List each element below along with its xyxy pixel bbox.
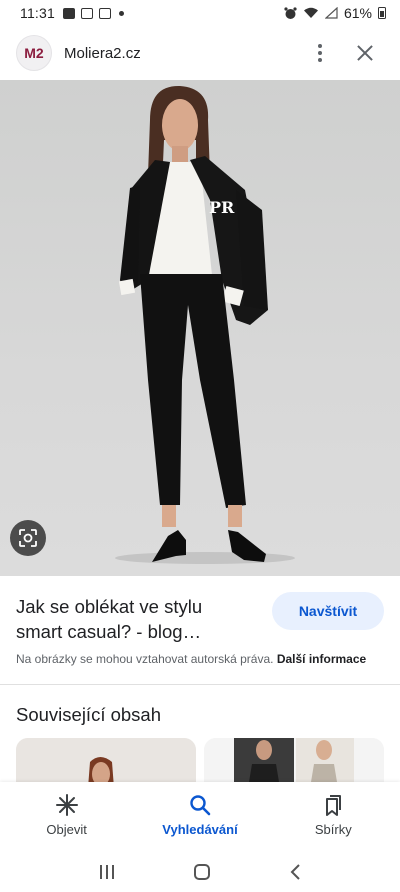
header-actions xyxy=(314,44,384,62)
signal-icon xyxy=(324,7,338,19)
site-logo[interactable]: M2 xyxy=(16,35,52,71)
related-title: Související obsah xyxy=(16,704,162,725)
nav-label: Objevit xyxy=(46,822,87,837)
home-icon[interactable] xyxy=(193,863,211,881)
search-icon xyxy=(190,795,211,816)
lens-icon[interactable] xyxy=(10,520,46,556)
copyright-text: Na obrázky se mohou vztahovat autorská p… xyxy=(16,652,277,666)
app-notification-icon xyxy=(99,7,111,19)
result-title-line1: Jak se oblékat ve stylu xyxy=(16,596,203,617)
svg-text:PR: PR xyxy=(209,198,235,217)
visit-button[interactable]: Navštívit xyxy=(272,592,384,630)
copyright-notice: Na obrázky se mohou vztahovat autorská p… xyxy=(16,652,366,666)
nav-collections[interactable]: Sbírky xyxy=(267,782,400,852)
nav-discover[interactable]: Objevit xyxy=(0,782,133,852)
related-thumbnail[interactable] xyxy=(16,738,196,788)
nav-label: Vyhledávání xyxy=(162,822,238,837)
battery-percent: 61% xyxy=(343,5,372,21)
close-icon[interactable] xyxy=(356,44,374,62)
woman-in-suit-photo: PR xyxy=(115,85,295,564)
status-right: 61% xyxy=(284,5,386,21)
back-icon[interactable] xyxy=(288,863,302,881)
site-name[interactable]: Moliera2.cz xyxy=(64,45,141,62)
related-thumbnail[interactable] xyxy=(204,738,384,788)
battery-icon xyxy=(378,7,386,19)
result-title-line2: smart casual? - blog… xyxy=(16,621,202,642)
nav-label: Sbírky xyxy=(314,822,352,837)
divider xyxy=(0,684,400,685)
gallery-icon xyxy=(63,7,75,19)
wifi-icon xyxy=(303,7,318,18)
bottom-navigation: Objevit Vyhledávání Sbírky xyxy=(0,782,400,852)
notification-icons xyxy=(63,7,124,19)
bookmarks-icon xyxy=(326,795,342,816)
more-notifications-icon xyxy=(119,10,124,16)
app-header: M2 Moliera2.cz xyxy=(0,28,400,78)
nav-search[interactable]: Vyhledávání xyxy=(133,782,266,852)
result-title[interactable]: Jak se oblékat ve stylu smart casual? - … xyxy=(16,594,256,644)
system-navigation xyxy=(0,852,400,892)
more-info-link[interactable]: Další informace xyxy=(277,652,366,666)
more-vert-icon[interactable] xyxy=(314,44,326,62)
menu-lines-icon[interactable] xyxy=(98,864,116,880)
app-notification-icon xyxy=(81,7,93,19)
result-info: Jak se oblékat ve stylu smart casual? - … xyxy=(0,576,400,684)
status-time: 11:31 xyxy=(20,5,55,21)
result-image[interactable]: PR xyxy=(0,80,400,576)
status-bar: 11:31 61% xyxy=(0,0,400,26)
alarm-icon xyxy=(284,6,297,19)
asterisk-icon xyxy=(55,794,78,816)
